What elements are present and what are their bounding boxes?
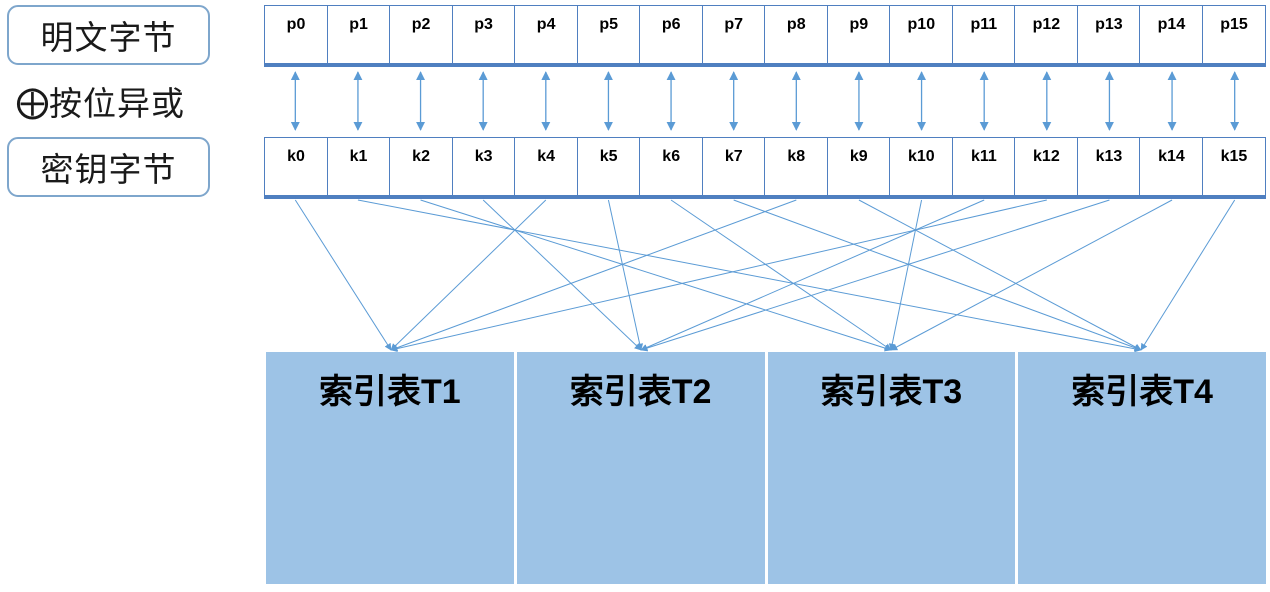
key-to-table-arrow-1 <box>357 199 1142 353</box>
key-to-table-arrow-6 <box>670 199 892 351</box>
key-to-table-arrow-9 <box>858 199 1142 351</box>
key-to-table-arrow-8 <box>390 199 797 352</box>
key-to-table-arrow-4 <box>390 199 547 351</box>
key-to-table-arrow-15 <box>1140 199 1236 351</box>
key-to-table-arrow-7 <box>733 199 1142 352</box>
key-to-table-arrow-3 <box>482 199 642 351</box>
key-to-table-arrow-5 <box>607 199 644 351</box>
key-to-table-arrow-13 <box>640 199 1110 352</box>
index-table-2: 索引表T2 <box>516 352 765 584</box>
index-table-4: 索引表T4 <box>1018 352 1266 584</box>
key-to-table-arrow-0 <box>294 199 392 351</box>
index-tables: 索引表T1 索引表T2 索引表T3 索引表T4 <box>266 352 1266 584</box>
index-table-3: 索引表T3 <box>767 352 1016 584</box>
key-to-table-arrow-12 <box>390 199 1047 353</box>
index-table-1: 索引表T1 <box>266 352 514 584</box>
key-to-table-arrow-10 <box>888 199 923 351</box>
